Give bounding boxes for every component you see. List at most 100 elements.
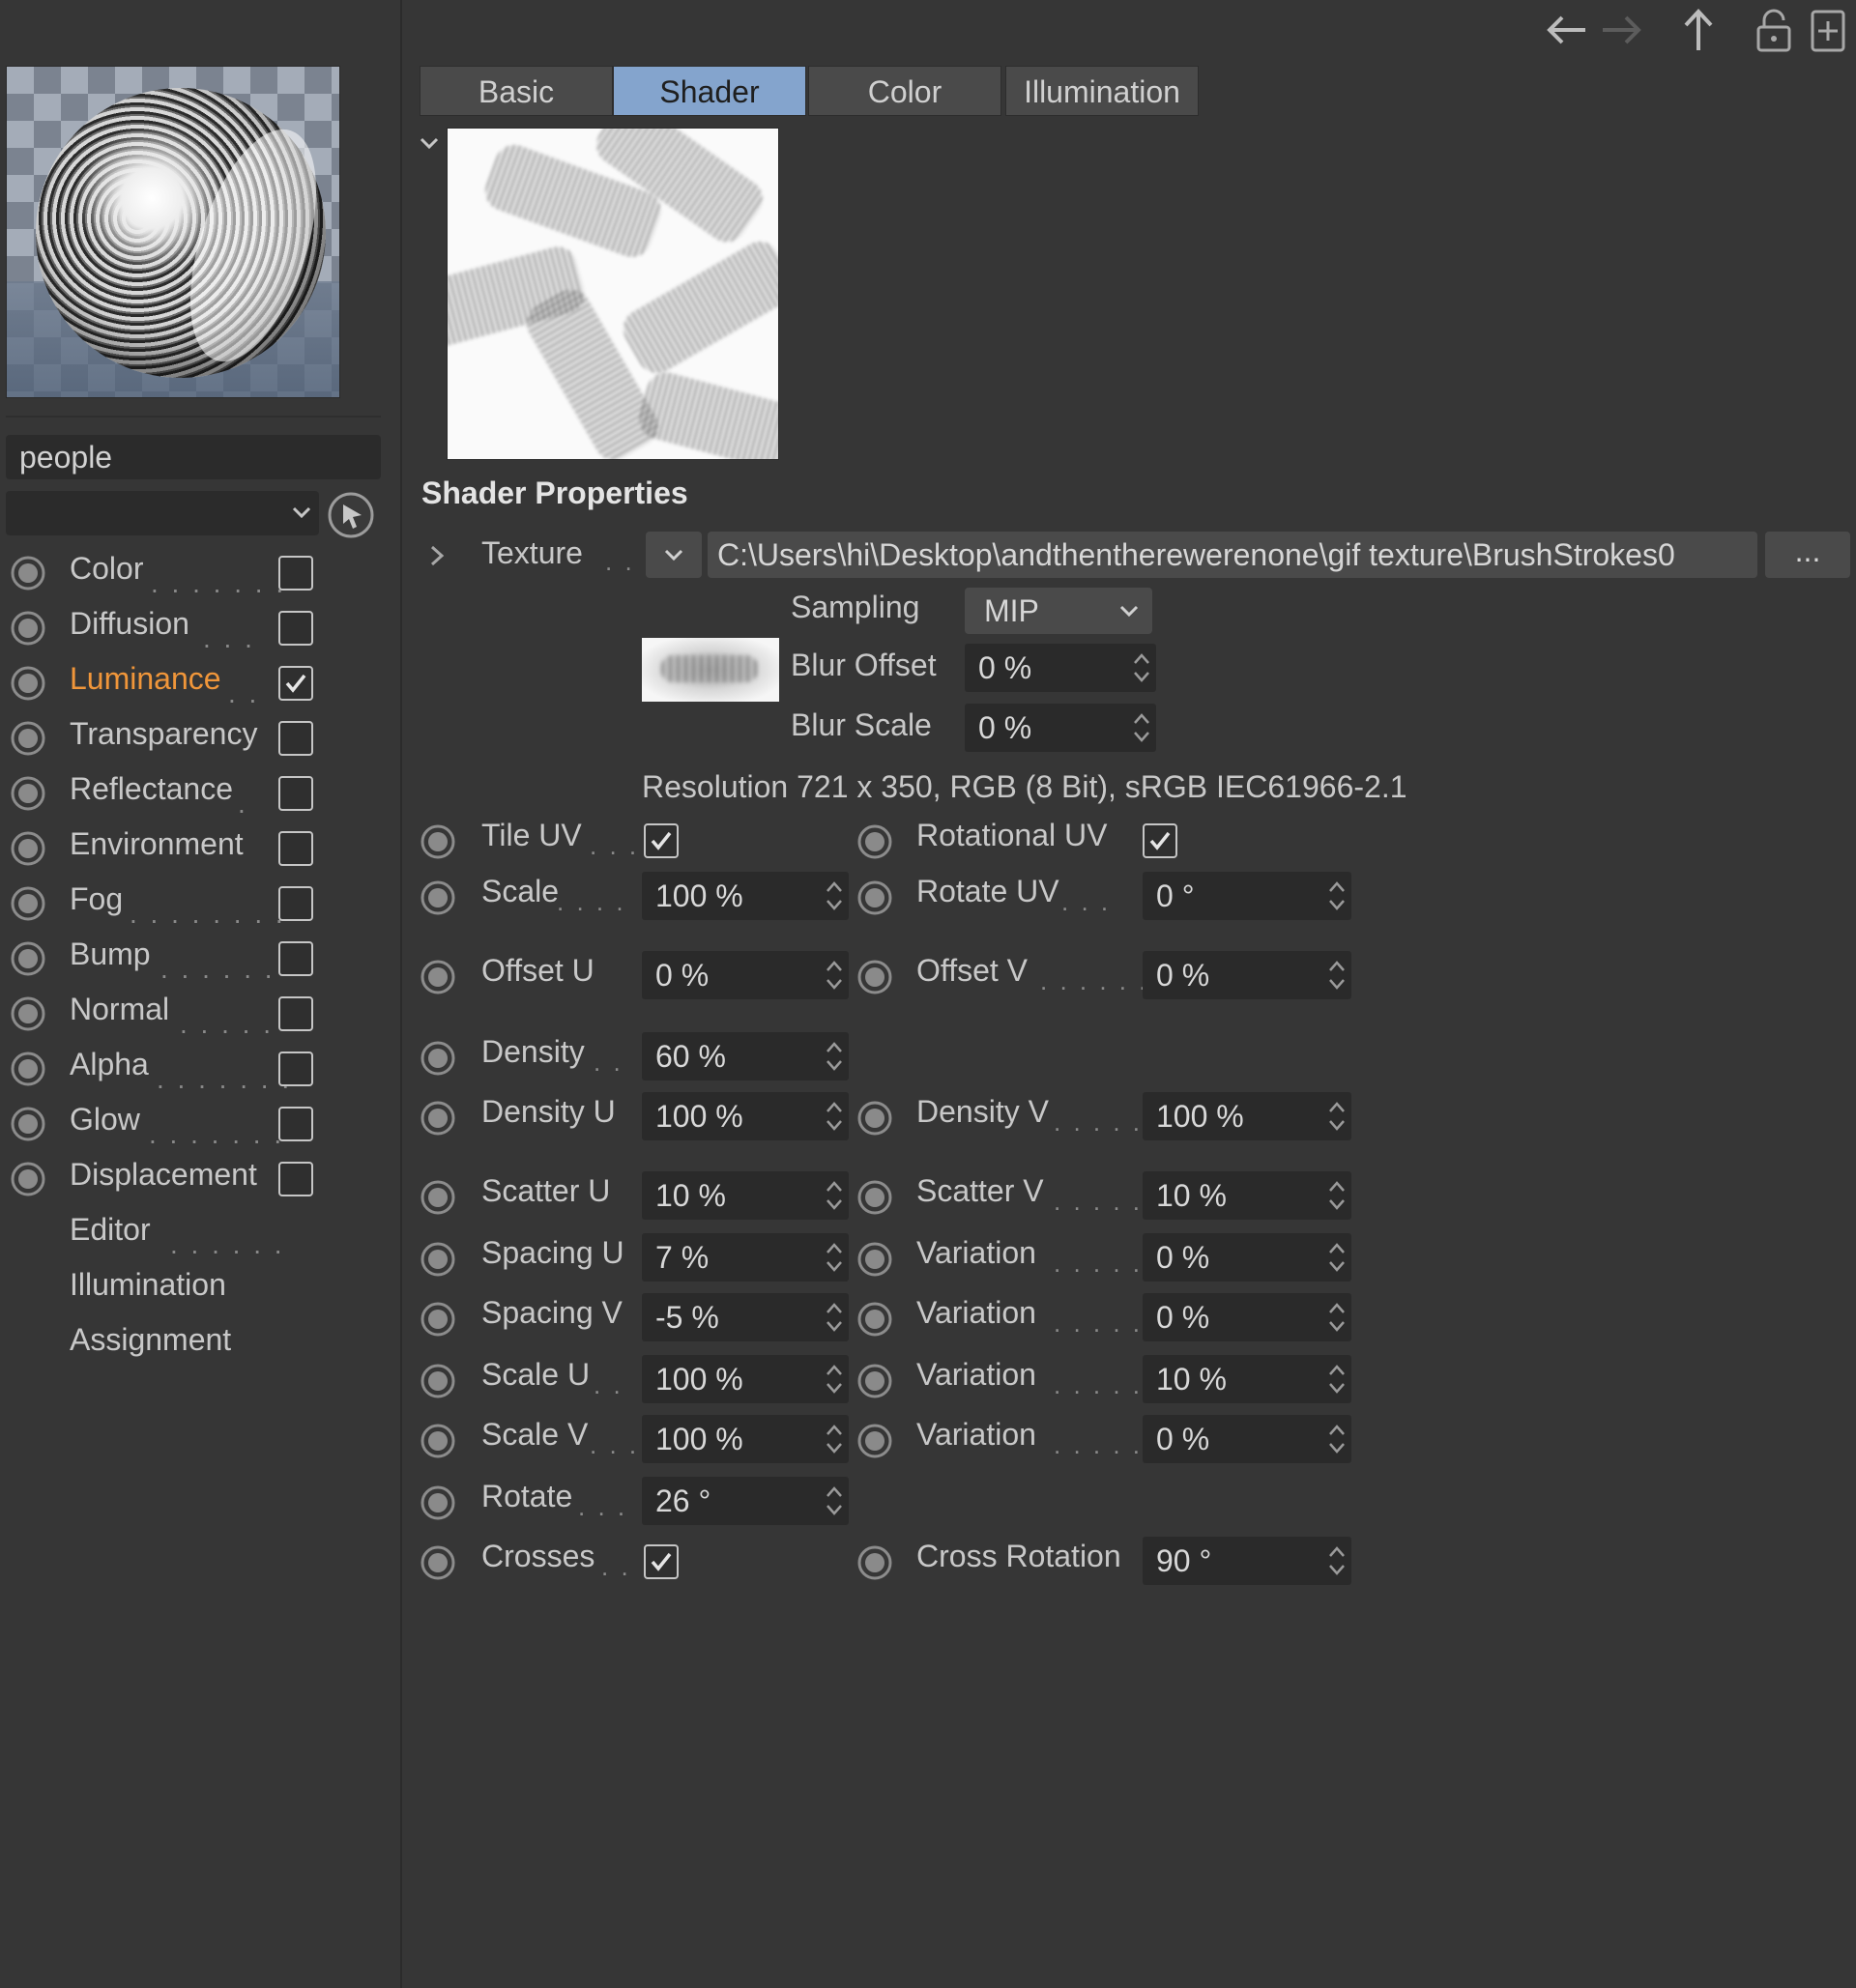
keyframe-radio-rotate-uv[interactable]: [856, 879, 893, 916]
variation-2-field[interactable]: 0 %: [1143, 1293, 1351, 1341]
channel-illumination[interactable]: Illumination: [0, 1263, 400, 1313]
keyframe-radio-scale[interactable]: [420, 879, 456, 916]
density-field[interactable]: 60 %: [642, 1032, 849, 1080]
keyframe-radio-variation-1[interactable]: [856, 1241, 893, 1278]
tab-color[interactable]: Color: [808, 66, 1001, 116]
stepper-arrows-icon[interactable]: [824, 878, 845, 914]
keyframe-radio-icon[interactable]: [10, 775, 46, 812]
keyframe-radio-icon[interactable]: [420, 1100, 456, 1137]
texture-path-field[interactable]: C:\Users\hi\Desktop\andthentherewerenone…: [708, 532, 1757, 578]
keyframe-radio-icon[interactable]: [10, 610, 46, 647]
keyframe-radio-icon[interactable]: [10, 555, 46, 591]
stepper-arrows-icon[interactable]: [824, 1421, 845, 1457]
stepper-arrows-icon[interactable]: [1326, 1421, 1348, 1457]
back-arrow-icon[interactable]: [1543, 6, 1591, 54]
offset-v-field[interactable]: 0 %: [1143, 951, 1351, 999]
keyframe-radio-icon[interactable]: [856, 1179, 893, 1216]
stepper-arrows-icon[interactable]: [824, 1239, 845, 1276]
keyframe-radio-icon[interactable]: [420, 1179, 456, 1216]
stepper-arrows-icon[interactable]: [1131, 709, 1152, 746]
stepper-arrows-icon[interactable]: [1326, 1299, 1348, 1336]
keyframe-radio-icon[interactable]: [420, 1484, 456, 1521]
keyframe-radio-icon[interactable]: [856, 1100, 893, 1137]
spacing-u-field[interactable]: 7 %: [642, 1233, 849, 1282]
tab-illumination[interactable]: Illumination: [1005, 66, 1199, 116]
stepper-arrows-icon[interactable]: [1326, 1542, 1348, 1579]
keyframe-radio-icon[interactable]: [420, 1363, 456, 1399]
channel-normal[interactable]: Normal . . . . .: [0, 988, 400, 1039]
keyframe-radio-icon[interactable]: [856, 1241, 893, 1278]
keyframe-radio-icon[interactable]: [856, 1363, 893, 1399]
channel-alpha[interactable]: Alpha . . . . . . .: [0, 1043, 400, 1094]
channel-color[interactable]: Color. . . . . . .: [0, 547, 400, 598]
scale-u-field[interactable]: 100 %: [642, 1355, 849, 1403]
keyframe-radio-icon[interactable]: [10, 665, 46, 702]
density-u-field[interactable]: 100 %: [642, 1092, 849, 1140]
channel-checkbox[interactable]: [278, 886, 313, 921]
keyframe-radio-crosses[interactable]: [420, 1544, 456, 1581]
blur-scale-field[interactable]: 0 %: [965, 704, 1156, 752]
keyframe-radio-scatter-v[interactable]: [856, 1179, 893, 1216]
keyframe-radio-tile-uv[interactable]: [420, 823, 456, 860]
keyframe-radio-icon[interactable]: [420, 1040, 456, 1077]
channel-checkbox[interactable]: [278, 1162, 313, 1196]
keyframe-radio-scale-u[interactable]: [420, 1363, 456, 1399]
keyframe-radio-icon[interactable]: [856, 879, 893, 916]
keyframe-radio-icon[interactable]: [856, 1423, 893, 1459]
scale-field[interactable]: 100 %: [642, 872, 849, 920]
keyframe-radio-spacing-u[interactable]: [420, 1241, 456, 1278]
variation-4-field[interactable]: 0 %: [1143, 1415, 1351, 1463]
keyframe-radio-scatter-u[interactable]: [420, 1179, 456, 1216]
channel-luminance[interactable]: Luminance. .: [0, 657, 400, 708]
keyframe-radio-icon[interactable]: [10, 830, 46, 867]
lock-icon[interactable]: [1750, 6, 1798, 54]
channel-checkbox[interactable]: [278, 666, 313, 701]
channel-checkbox[interactable]: [278, 831, 313, 866]
channel-glow[interactable]: Glow . . . . . . .: [0, 1098, 400, 1149]
keyframe-radio-density-u[interactable]: [420, 1100, 456, 1137]
keyframe-radio-scale-v[interactable]: [420, 1423, 456, 1459]
channel-transparency[interactable]: Transparency: [0, 712, 400, 763]
channel-diffusion[interactable]: Diffusion . . .: [0, 602, 400, 653]
tab-basic[interactable]: Basic: [420, 66, 613, 116]
stepper-arrows-icon[interactable]: [824, 1483, 845, 1519]
keyframe-radio-icon[interactable]: [856, 1301, 893, 1338]
tab-shader[interactable]: Shader: [613, 66, 806, 116]
stepper-arrows-icon[interactable]: [1326, 878, 1348, 914]
keyframe-radio-icon[interactable]: [420, 1241, 456, 1278]
sampling-select[interactable]: MIP: [965, 588, 1152, 634]
offset-u-field[interactable]: 0 %: [642, 951, 849, 999]
keyframe-radio-offset-u[interactable]: [420, 959, 456, 995]
scale-v-field[interactable]: 100 %: [642, 1415, 849, 1463]
new-panel-icon[interactable]: [1804, 6, 1852, 54]
channel-checkbox[interactable]: [278, 1052, 313, 1086]
keyframe-radio-cross-rotation[interactable]: [856, 1544, 893, 1581]
stepper-arrows-icon[interactable]: [824, 1038, 845, 1075]
variation-1-field[interactable]: 0 %: [1143, 1233, 1351, 1282]
scatter-u-field[interactable]: 10 %: [642, 1171, 849, 1220]
keyframe-radio-spacing-v[interactable]: [420, 1301, 456, 1338]
stepper-arrows-icon[interactable]: [824, 1361, 845, 1397]
channel-reflectance[interactable]: Reflectance.: [0, 767, 400, 819]
pick-cursor-icon[interactable]: [327, 491, 375, 539]
keyframe-radio-icon[interactable]: [420, 823, 456, 860]
channel-fog[interactable]: Fog. . . . . . . .: [0, 878, 400, 929]
scatter-v-field[interactable]: 10 %: [1143, 1171, 1351, 1220]
keyframe-radio-variation-3[interactable]: [856, 1363, 893, 1399]
texture-menu-button[interactable]: [646, 532, 702, 578]
stepper-arrows-icon[interactable]: [1326, 1177, 1348, 1214]
rotational-uv-checkbox[interactable]: [1143, 823, 1177, 858]
keyframe-radio-icon[interactable]: [856, 1544, 893, 1581]
stepper-arrows-icon[interactable]: [1326, 1098, 1348, 1135]
keyframe-radio-icon[interactable]: [420, 1423, 456, 1459]
keyframe-radio-density-v[interactable]: [856, 1100, 893, 1137]
keyframe-radio-rotational-uv[interactable]: [856, 823, 893, 860]
keyframe-radio-icon[interactable]: [10, 995, 46, 1032]
texture-browse-button[interactable]: ...: [1765, 532, 1850, 578]
channel-environment[interactable]: Environment: [0, 822, 400, 873]
keyframe-radio-variation-4[interactable]: [856, 1423, 893, 1459]
cross-rotation-field[interactable]: 90 °: [1143, 1537, 1351, 1585]
keyframe-radio-icon[interactable]: [420, 959, 456, 995]
blur-offset-field[interactable]: 0 %: [965, 644, 1156, 692]
keyframe-radio-icon[interactable]: [10, 1161, 46, 1197]
